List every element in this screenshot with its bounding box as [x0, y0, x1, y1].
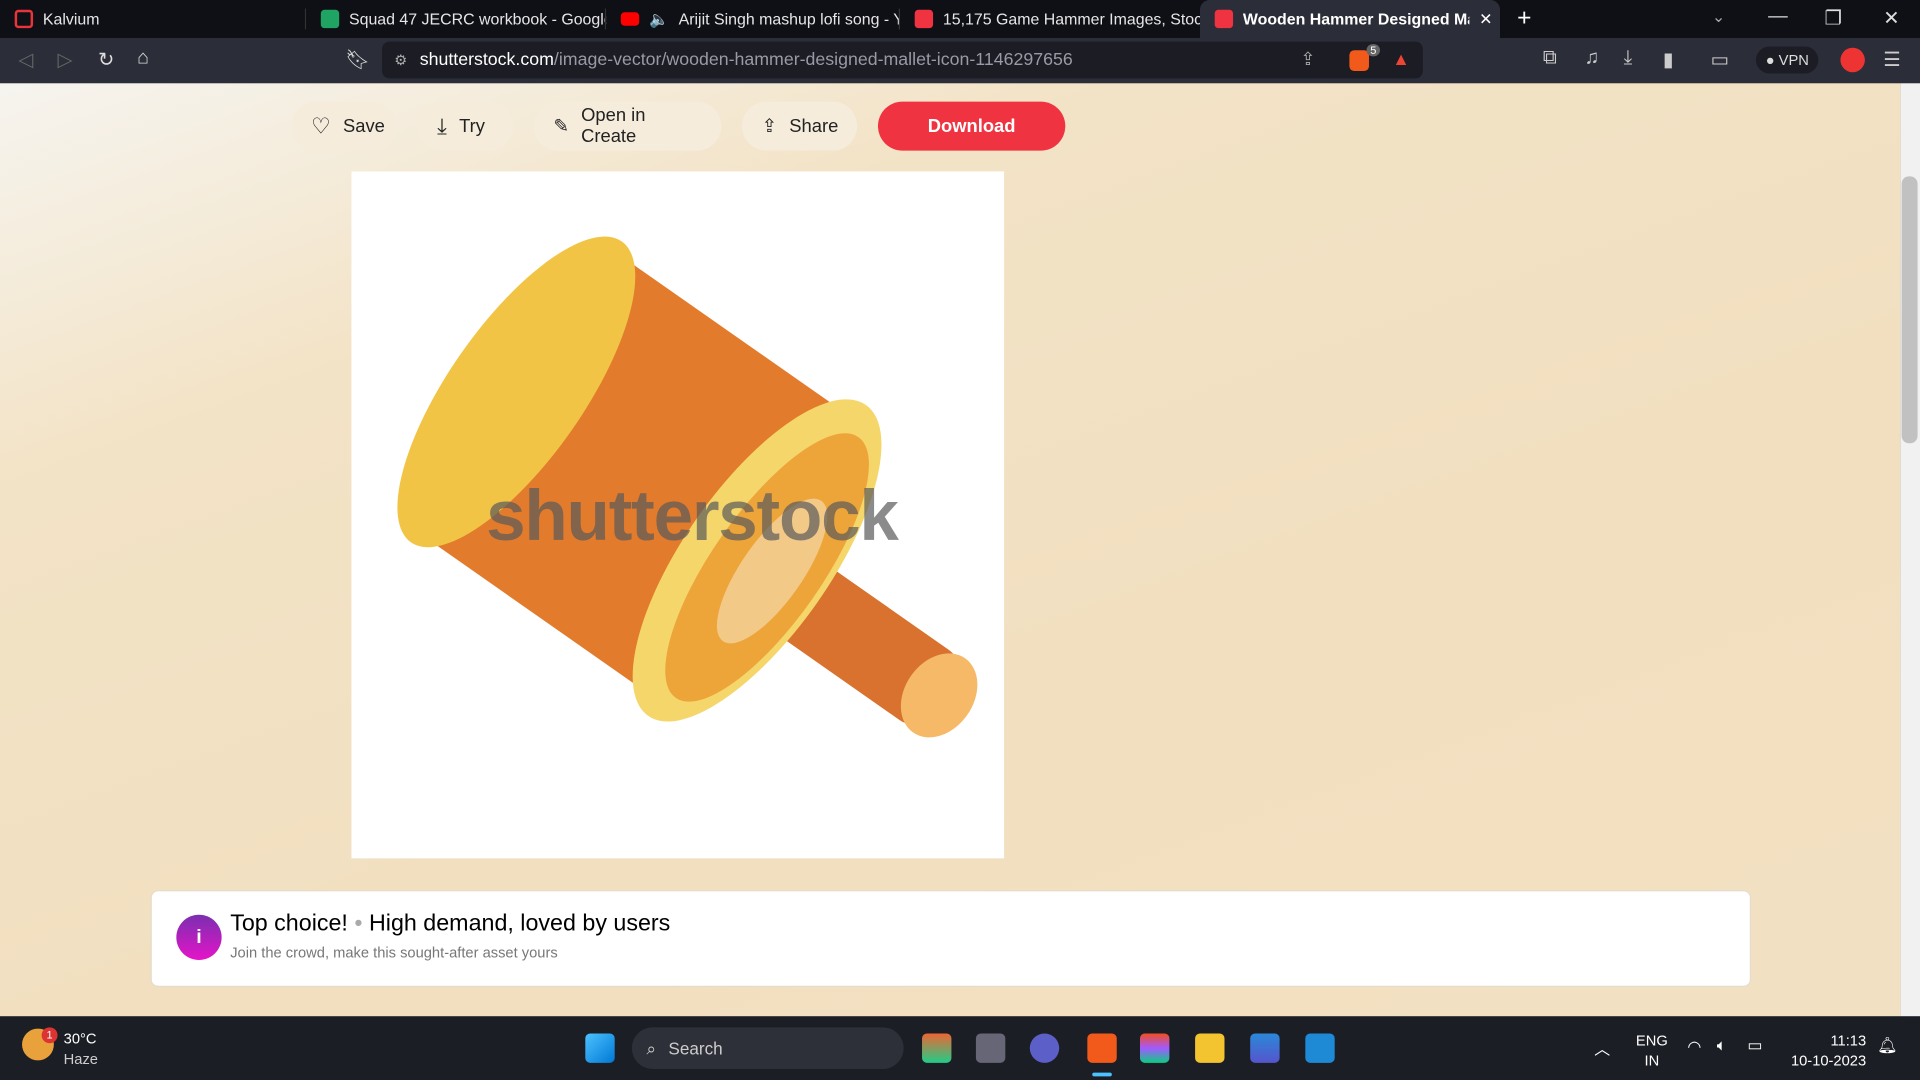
banner-subtitle: Join the crowd, make this sought-after a… — [230, 944, 558, 962]
close-tab-icon[interactable]: ✕ — [1479, 9, 1492, 29]
show-hidden-icons-chevron[interactable]: ︿ — [1594, 1036, 1610, 1059]
share-button[interactable]: ⇪ Share — [742, 101, 858, 151]
share-icon: ⇪ — [761, 116, 778, 138]
restore-icon[interactable]: ❐ — [1824, 6, 1842, 30]
try-button[interactable]: ⤓ Try — [417, 101, 514, 151]
start-windows-icon[interactable] — [585, 1033, 615, 1063]
battery-icon[interactable]: ▭ — [1747, 1036, 1762, 1056]
save-button[interactable]: ♡ Save — [291, 101, 397, 151]
page-scrollbar[interactable] — [1900, 83, 1920, 1017]
task-view-icon[interactable] — [975, 1033, 1006, 1063]
shutterstock-icon — [914, 9, 934, 29]
photos-icon[interactable] — [1250, 1033, 1280, 1063]
back-icon[interactable]: ◁ — [18, 48, 33, 72]
shutterstock-icon — [1214, 9, 1234, 29]
file-explorer-icon[interactable] — [1195, 1033, 1225, 1063]
home-icon[interactable]: ⌂ — [137, 48, 149, 70]
top-choice-banner: i Top choice! • High demand, loved by us… — [150, 890, 1752, 987]
sidebar-icon[interactable]: ▮ — [1663, 48, 1674, 72]
teams-icon[interactable] — [1029, 1033, 1060, 1063]
copilot-icon[interactable] — [922, 1033, 952, 1063]
volume-icon[interactable]: 🔈︎ — [1717, 1036, 1727, 1056]
preview-image[interactable]: shutterstock — [351, 171, 1005, 859]
banner-title: Top choice! — [230, 911, 348, 937]
page-content: ♡ Save ⤓ Try ✎ Open in Create ⇪ Share Downlo… — [0, 83, 1901, 1017]
download-arrow-icon: ⤓ — [437, 113, 447, 138]
new-tab-icon[interactable]: + — [1517, 5, 1531, 33]
close-window-icon[interactable]: ✕ — [1883, 6, 1899, 30]
watermark: shutterstock — [486, 476, 899, 556]
tab-list-chevron-icon[interactable]: ⌄ — [1712, 7, 1725, 27]
scrollbar-thumb[interactable] — [1901, 176, 1918, 444]
minimize-icon[interactable]: — — [1768, 6, 1788, 28]
banner-headline: High demand, loved by users — [368, 911, 671, 937]
kalvium-icon — [14, 9, 34, 29]
site-settings-icon[interactable]: ⚙ — [394, 51, 407, 68]
address-bar[interactable]: ⚙ shutterstock.com/image-vector/wooden-h… — [382, 41, 1423, 79]
wifi-icon[interactable]: ◠ — [1687, 1037, 1701, 1057]
media-icon[interactable]: ♫ — [1584, 48, 1599, 70]
brave-rewards-icon[interactable]: ▲ — [1392, 50, 1410, 70]
brave-shields-icon[interactable] — [1349, 49, 1369, 71]
tab-bar: Kalvium Squad 47 JECRC workbook - Google… — [0, 0, 1920, 38]
info-chat-icon: i — [176, 914, 222, 961]
edit-icon: ✎ — [553, 116, 569, 138]
taskbar-search[interactable]: ⌕ Search — [631, 1027, 904, 1069]
wallet-icon[interactable]: ▭ — [1711, 48, 1730, 72]
figma-icon[interactable] — [1140, 1033, 1170, 1063]
search-icon: ⌕ — [646, 1037, 657, 1058]
sheets-icon — [320, 9, 340, 29]
extensions-icon[interactable]: ⧉ — [1543, 48, 1557, 70]
tab-youtube[interactable]: 🔈 Arijit Singh mashup lofi song - You — [606, 0, 901, 38]
windows-taskbar: 1 30°C Haze ⌕ Search ︿ ENG IN ◠ 🔈︎ ▭ 11:13… — [0, 1016, 1920, 1080]
forward-icon[interactable]: ▷ — [58, 48, 73, 72]
heart-icon: ♡ — [311, 113, 331, 138]
tab-google-sheets[interactable]: Squad 47 JECRC workbook - Google S — [306, 0, 607, 38]
menu-icon[interactable]: ☰ — [1883, 48, 1901, 72]
clock[interactable]: 11:13 10-10-2023 — [1785, 1031, 1866, 1070]
speaker-icon[interactable]: 🔈 — [649, 9, 669, 29]
youtube-icon — [620, 12, 640, 26]
vscode-icon[interactable] — [1305, 1033, 1335, 1063]
open-in-create-button[interactable]: ✎ Open in Create — [533, 101, 722, 151]
language-indicator[interactable]: ENG IN — [1636, 1031, 1668, 1070]
tab-kalvium[interactable]: Kalvium — [0, 0, 307, 38]
vpn-button[interactable]: ● VPN — [1755, 46, 1819, 74]
tab-active[interactable]: Wooden Hammer Designed Mall ✕ — [1200, 0, 1501, 38]
profile-avatar[interactable] — [1840, 47, 1865, 73]
share-page-icon[interactable]: ⇪ — [1300, 50, 1315, 70]
reload-icon[interactable]: ↻ — [98, 48, 114, 72]
tab-shutterstock-search[interactable]: 15,175 Game Hammer Images, Stock P — [900, 0, 1200, 38]
bookmark-icon[interactable]: 🔖︎ — [345, 48, 370, 72]
brave-taskbar-icon[interactable] — [1087, 1033, 1117, 1063]
download-button[interactable]: Download — [877, 101, 1066, 151]
notification-icon[interactable]: 🔔︎ — [1877, 1036, 1897, 1056]
downloads-icon[interactable]: ⤓ — [1624, 48, 1633, 70]
browser-toolbar: ◁ ▷ ↻ ⌂ 🔖︎ ⚙ shutterstock.com/image-vect… — [0, 37, 1920, 84]
